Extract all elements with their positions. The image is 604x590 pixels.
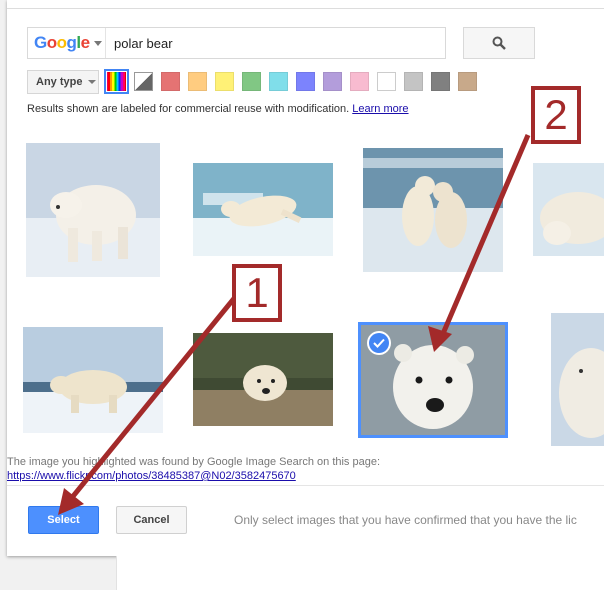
search-box: Google polar bear [27,27,446,59]
result-thumbnail[interactable] [363,148,503,272]
source-description: The image you highlighted was found by G… [7,456,381,468]
type-filter-label: Any type [36,76,83,88]
color-filter-black-and-white[interactable] [134,72,153,91]
dialog-top-divider [7,8,604,9]
result-thumbnail[interactable] [193,333,333,426]
image-search-dialog: Google polar bear Any type Results shown… [7,0,604,556]
color-filter-swatch[interactable] [377,72,396,91]
cancel-button[interactable]: Cancel [116,506,187,534]
result-thumbnail[interactable] [551,313,604,446]
page-background-panel [116,556,604,590]
color-filter-swatch[interactable] [350,72,369,91]
learn-more-link[interactable]: Learn more [352,103,408,115]
chevron-down-icon [88,80,97,84]
footer-divider [7,485,604,486]
callout-2: 2 [531,86,581,144]
type-filter-dropdown[interactable]: Any type [27,70,99,94]
color-filter-swatch[interactable] [215,72,234,91]
callout-1: 1 [232,264,282,322]
source-url-link[interactable]: https://www.flickr.com/photos/38485387@N… [7,470,296,482]
color-filter-swatch[interactable] [404,72,423,91]
color-filter-swatch[interactable] [269,72,288,91]
result-thumbnail[interactable] [26,143,160,277]
color-filter-full-color[interactable] [104,69,129,94]
color-filter-swatch[interactable] [458,72,477,91]
check-icon [369,333,389,353]
color-filter-swatch[interactable] [242,72,261,91]
color-filter-swatch[interactable] [161,72,180,91]
google-logo: Google [34,33,90,52]
color-filter-swatch[interactable] [188,72,207,91]
result-thumbnail[interactable] [533,163,604,256]
color-filter-swatch[interactable] [296,72,315,91]
color-filter-swatch[interactable] [323,72,342,91]
result-thumbnail[interactable] [193,163,333,256]
chevron-down-icon [93,40,102,46]
color-filter-swatch[interactable] [431,72,450,91]
select-button[interactable]: Select [28,506,99,534]
license-reminder: Only select images that you have confirm… [234,513,577,527]
search-input[interactable]: polar bear [114,36,173,51]
search-engine-dropdown[interactable]: Google [28,28,106,58]
result-thumbnail[interactable] [23,327,163,433]
search-button[interactable] [463,27,535,59]
license-notice: Results shown are labeled for commercial… [27,103,409,115]
search-icon [492,36,506,50]
